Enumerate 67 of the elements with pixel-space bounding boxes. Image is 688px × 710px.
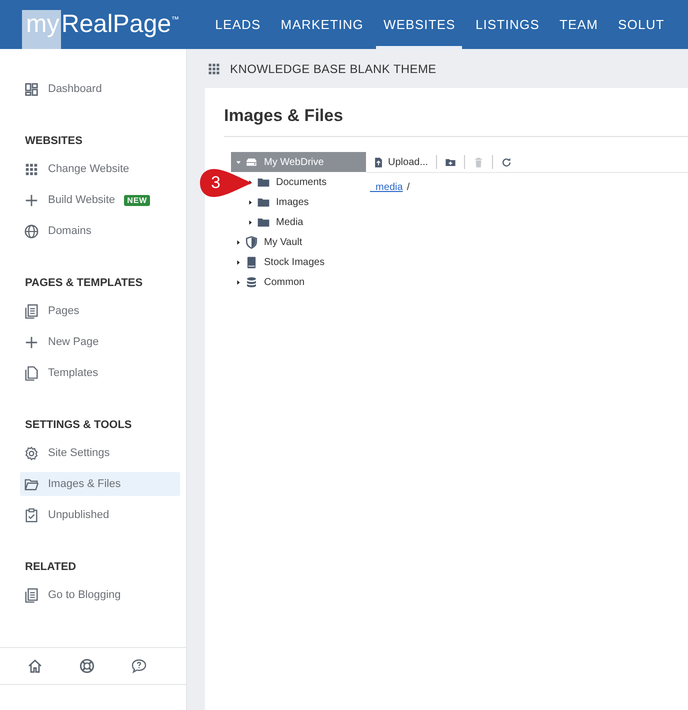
upload-button[interactable]: Upload... [369,153,432,171]
shield-icon [245,236,258,248]
help-icon[interactable] [131,658,147,674]
section-heading: RELATED [24,560,78,575]
section-heading: WEBSITES [24,134,84,149]
workspace-title: KNOWLEDGE BASE BLANK THEME [230,62,436,76]
globe-icon [24,224,39,238]
caret-right-icon[interactable] [247,218,254,226]
nav-tab[interactable]: SOLUT [611,0,672,49]
path-link[interactable]: _media [370,182,403,193]
sidebar-item[interactable]: Images & Files [20,472,180,496]
sidebar-item[interactable]: Dashboard [20,77,180,101]
copy-icon [24,366,39,380]
logo-text: my [22,10,62,49]
tree-item[interactable]: Common [231,272,366,292]
nav-tab[interactable]: MARKETING [274,0,370,49]
step-number-tooltip: 3 [199,168,253,198]
caret-down-icon[interactable] [235,158,242,166]
tree-item[interactable]: Media [231,212,366,232]
tree-item[interactable]: My Vault [231,232,366,252]
lifebuoy-icon[interactable] [79,658,95,674]
sidebar-item[interactable]: Build Website NEW [20,188,180,212]
clipboard-icon [24,508,39,522]
database-icon [245,276,258,288]
sidebar-item[interactable]: New Page [20,330,180,354]
logo-text: RealPage [61,10,172,38]
home-icon[interactable] [27,658,43,674]
sidebar-item[interactable]: Pages [20,299,180,323]
caret-right-icon[interactable] [235,258,242,266]
settings-icon [24,446,39,460]
sidebar-item[interactable]: Templates [20,361,180,385]
grid-icon [24,162,39,176]
section-heading: PAGES & TEMPLATES [24,276,144,291]
caret-right-icon[interactable] [247,198,254,206]
sidebar-item[interactable]: Unpublished [20,503,180,527]
new-badge: NEW [124,194,150,206]
folder-icon [257,196,270,208]
drive-icon [245,156,258,168]
sidebar-item[interactable]: Site Settings [20,441,180,465]
book-icon [245,256,258,268]
caret-right-icon[interactable] [235,278,242,286]
nav-tab[interactable]: LEADS [208,0,268,49]
plus-icon [24,334,39,350]
caret-right-icon[interactable] [235,238,242,246]
file-upload-icon [373,156,384,168]
nav-tab[interactable]: LISTINGS [468,0,546,49]
folder-icon [257,176,270,188]
document-icon [24,304,39,318]
delete-icon [473,156,484,168]
sidebar-item[interactable]: Change Website [20,157,180,181]
document-icon [24,588,39,602]
tree-item[interactable]: Stock Images [231,252,366,272]
refresh-icon [501,156,512,168]
tree-item[interactable]: My WebDrive [231,152,366,172]
sidebar-item[interactable]: Domains [20,219,180,243]
trademark-mark: ™ [171,15,180,24]
folder-icon [257,216,270,228]
dashboard-icon [24,82,39,96]
plus-icon [24,192,39,208]
sidebar-item[interactable]: Go to Blogging [20,583,180,607]
folder-icon [24,476,39,492]
grid-icon [207,62,221,76]
path-separator: / [406,182,410,193]
page-title: Images & Files [224,106,688,137]
section-heading: SETTINGS & TOOLS [24,418,133,433]
new-folder-icon [445,156,456,168]
nav-tab[interactable]: TEAM [552,0,606,49]
